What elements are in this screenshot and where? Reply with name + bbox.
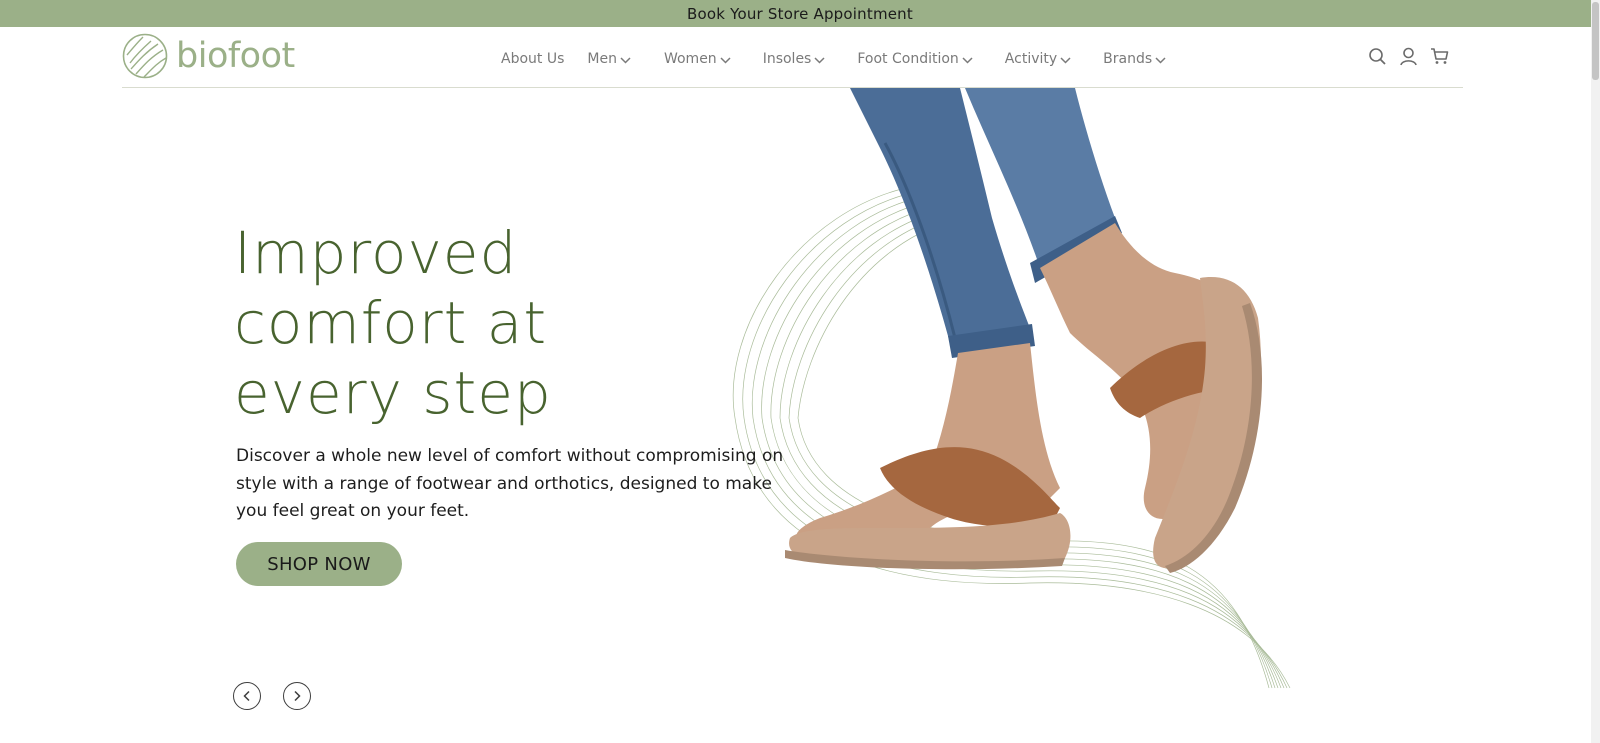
nav-item-activity[interactable]: Activity: [1005, 51, 1071, 67]
nav-item-label: Activity: [1004, 51, 1058, 67]
scrollbar-thumb[interactable]: [1592, 2, 1599, 80]
previous-slide-icon[interactable]: [233, 682, 261, 710]
logo[interactable]: biofoot: [122, 33, 295, 79]
logo-text: biofoot: [176, 35, 295, 76]
nav-item-men[interactable]: Men: [587, 51, 631, 67]
logo-mark-icon: [122, 33, 168, 79]
chevron-down-icon: [720, 56, 731, 64]
cart-icon[interactable]: [1430, 47, 1449, 66]
header-icons: [1368, 47, 1449, 66]
announcement-bar: Book Your Store Appointment: [0, 0, 1600, 27]
chevron-down-icon: [1155, 56, 1166, 64]
hero-title: Improved comfort at every step: [234, 218, 734, 428]
chevron-down-icon: [1060, 56, 1071, 64]
chevron-down-icon: [962, 56, 973, 64]
nav-item-about-us[interactable]: About Us: [501, 51, 564, 67]
account-icon[interactable]: [1399, 47, 1418, 66]
hero-title-line: comfort at: [234, 289, 548, 357]
hero-title-line: Improved: [234, 219, 518, 287]
site-header: biofoot About Us Men Women Insoles Foot …: [122, 27, 1463, 88]
hero-image: [733, 88, 1291, 689]
nav-item-label: Men: [587, 51, 617, 67]
page-scrollbar[interactable]: [1591, 0, 1600, 743]
chevron-down-icon: [620, 56, 631, 64]
shop-now-button[interactable]: SHOP NOW: [236, 542, 402, 586]
book-appointment-link[interactable]: Book Your Store Appointment: [687, 5, 913, 23]
main-nav: About Us Men Women Insoles Foot Conditio…: [501, 51, 1166, 67]
nav-item-label: About Us: [501, 51, 565, 67]
next-slide-icon[interactable]: [283, 682, 311, 710]
nav-item-label: Foot Condition: [857, 51, 959, 67]
nav-item-brands[interactable]: Brands: [1103, 51, 1166, 67]
nav-item-label: Women: [663, 51, 717, 67]
nav-item-label: Insoles: [762, 51, 812, 67]
nav-item-label: Brands: [1103, 51, 1153, 67]
nav-item-women[interactable]: Women: [664, 51, 731, 67]
nav-item-foot-condition[interactable]: Foot Condition: [857, 51, 973, 67]
nav-item-insoles[interactable]: Insoles: [763, 51, 826, 67]
search-icon[interactable]: [1368, 47, 1387, 66]
hero-subtitle: Discover a whole new level of comfort wi…: [236, 446, 784, 521]
chevron-down-icon: [814, 56, 825, 64]
hero-title-line: every step: [234, 359, 552, 427]
